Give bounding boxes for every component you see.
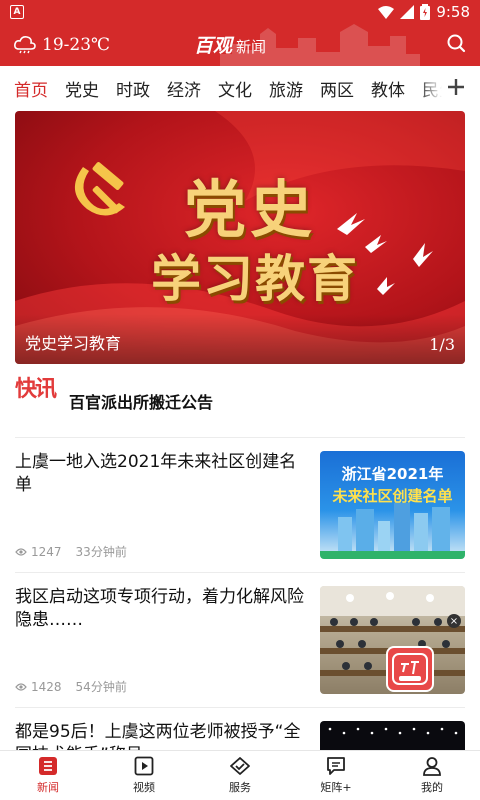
news-views: 1247 (31, 544, 62, 559)
status-time: 9:58 (436, 3, 470, 21)
app-screen: A 9:58 19-23℃ 百观 新闻 首页 党史 时政 经济 文化 旅游 两区… (0, 0, 480, 800)
banner-caption: 党史学习教育 (25, 334, 122, 353)
android-notification-icon: A (10, 5, 24, 19)
news-thumbnail: × (320, 586, 465, 694)
search-icon (447, 34, 466, 53)
news-title: 我区启动这项专项行动，着力化解风险隐患…… (15, 587, 304, 630)
bottom-navigation: 新闻 视频 服务 矩阵+ 我的 (0, 750, 480, 800)
tab-home[interactable]: 首页 (14, 76, 54, 101)
close-icon[interactable]: × (447, 614, 461, 628)
news-time: 54分钟前 (75, 680, 127, 694)
nav-profile[interactable]: 我的 (384, 751, 480, 800)
views-eye-icon (15, 682, 27, 691)
nav-news[interactable]: 新闻 (0, 751, 96, 800)
divider (15, 707, 465, 708)
video-logo-icon (392, 653, 428, 685)
news-icon (39, 757, 57, 775)
tab-two-districts[interactable]: 两区 (320, 76, 360, 101)
buildings-illustration (320, 503, 465, 559)
tab-fade (418, 66, 442, 110)
news-title: 上虞一地入选2021年未来社区创建名单 (15, 452, 297, 495)
banner-headline-line2: 学习教育 (151, 249, 359, 308)
nav-video-label: 视频 (133, 781, 155, 794)
app-logo: 百观 新闻 (194, 31, 266, 58)
hero-banner[interactable]: 党史 学习教育 党史学习教育 1/3 (15, 111, 465, 364)
logo-mark: 百观 (194, 35, 233, 57)
logo-word: 新闻 (236, 38, 267, 56)
status-bar-right: 9:58 (378, 3, 470, 21)
profile-icon (423, 757, 441, 776)
weather-widget[interactable]: 19-23℃ (14, 35, 110, 55)
tab-economy[interactable]: 经济 (167, 76, 207, 101)
news-meta: 1428 54分钟前 (15, 678, 127, 695)
nav-video[interactable]: 视频 (96, 751, 192, 800)
banner-headline-line1: 党史 (183, 173, 316, 246)
banner-page-counter: 1/3 (429, 335, 455, 354)
nav-service-label: 服务 (229, 781, 251, 794)
news-thumbnail: 浙江省2021年 未来社区创建名单 (320, 451, 465, 559)
views-eye-icon (15, 547, 27, 556)
add-channel-button[interactable] (446, 77, 466, 101)
news-item[interactable]: 上虞一地入选2021年未来社区创建名单 1247 33分钟前 浙江省2021年 … (15, 439, 465, 559)
video-badge (386, 646, 434, 692)
tab-education-sports[interactable]: 教体 (371, 76, 411, 101)
tab-culture[interactable]: 文化 (218, 76, 258, 101)
news-time: 33分钟前 (75, 545, 127, 559)
flash-news-text: 百官派出所搬迁公告 (69, 393, 214, 412)
news-views: 1428 (31, 679, 62, 694)
flash-news-badge: 快讯 (15, 376, 57, 402)
video-icon (134, 756, 154, 776)
signal-icon (400, 5, 415, 19)
battery-icon (420, 4, 431, 20)
divider (15, 437, 465, 438)
nav-matrix-label: 矩阵+ (320, 781, 352, 794)
nav-profile-label: 我的 (421, 781, 443, 794)
weather-temperature: 19-23℃ (42, 35, 111, 55)
app-header: 19-23℃ 百观 新闻 (0, 24, 480, 66)
news-item[interactable]: 我区启动这项专项行动，着力化解风险隐患…… 1428 54分钟前 × (15, 574, 465, 694)
tab-list: 首页 党史 时政 经济 文化 旅游 两区 教体 民生 (14, 76, 442, 101)
nav-matrix[interactable]: 矩阵+ (288, 751, 384, 800)
service-icon (230, 757, 250, 775)
plus-icon (448, 79, 464, 95)
divider (15, 572, 465, 573)
status-bar: A 9:58 (0, 0, 480, 24)
tab-party-history[interactable]: 党史 (65, 76, 105, 101)
matrix-icon (327, 757, 345, 775)
search-button[interactable] (446, 33, 466, 57)
tab-politics[interactable]: 时政 (116, 76, 156, 101)
nav-service[interactable]: 服务 (192, 751, 288, 800)
channel-tabs: 首页 党史 时政 经济 文化 旅游 两区 教体 民生 (0, 66, 480, 110)
nav-news-label: 新闻 (37, 781, 59, 794)
wifi-icon (378, 5, 395, 19)
news-meta: 1247 33分钟前 (15, 543, 127, 560)
flash-news-bar[interactable]: 快讯 百官派出所搬迁公告 (15, 376, 465, 426)
party-emblem-icon (74, 162, 125, 216)
cloud-weather-icon (14, 36, 36, 54)
tab-tourism[interactable]: 旅游 (269, 76, 309, 101)
